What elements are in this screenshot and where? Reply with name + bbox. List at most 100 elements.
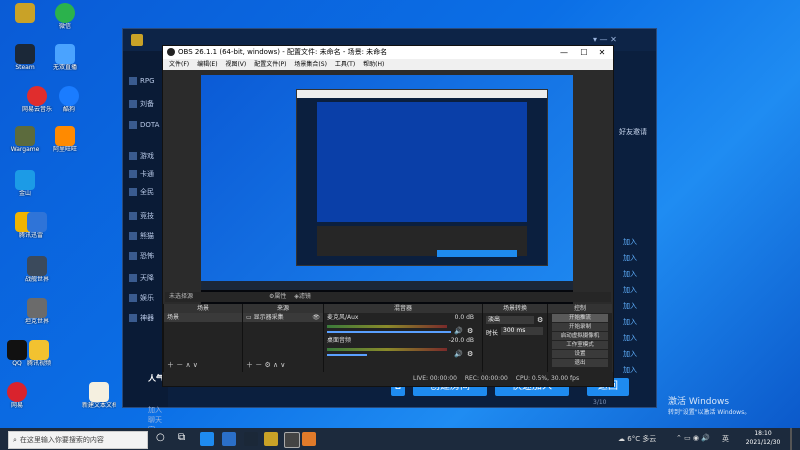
obs-logo-icon xyxy=(167,48,175,56)
task-view-icon[interactable]: ⧉ xyxy=(178,432,192,446)
room-join-link[interactable]: 加入 xyxy=(623,253,653,262)
studio-mode-button[interactable]: 工作室模式 xyxy=(552,341,608,349)
obs-preview-canvas[interactable] xyxy=(201,75,573,315)
app-icon[interactable] xyxy=(222,432,236,446)
desktop-icon[interactable]: 坦克世界 xyxy=(20,298,54,325)
app-icon xyxy=(15,126,35,146)
mic-aux-label: 麦克风/Aux xyxy=(327,314,359,321)
menu-scene-collection[interactable]: 场景集合(S) xyxy=(294,61,327,68)
room-join-link[interactable]: 加入 xyxy=(623,269,653,278)
preview-nested-window xyxy=(296,89,548,266)
desktop-icon[interactable] xyxy=(8,3,42,23)
menu-edit[interactable]: 编辑(E) xyxy=(197,61,217,68)
settings-button[interactable]: 设置 xyxy=(552,350,608,358)
start-streaming-button[interactable]: 开始推流 xyxy=(552,314,608,322)
transition-gear-icon[interactable]: ⚙ xyxy=(537,316,543,324)
invite-friends-label[interactable]: 好友邀请 xyxy=(619,127,647,137)
start-recording-button[interactable]: 开始录制 xyxy=(552,323,608,331)
clock[interactable]: 18:10 2021/12/30 xyxy=(738,429,788,447)
room-join-link[interactable]: 加入 xyxy=(623,237,653,246)
clock-date: 2021/12/30 xyxy=(745,439,781,446)
scene-toolbar[interactable]: ＋ － ∧ ∨ xyxy=(167,360,198,370)
desktop-icon[interactable]: 迅雷 xyxy=(20,212,54,239)
start-virtual-camera-button[interactable]: 启动虚拟摄像机 xyxy=(552,332,608,340)
show-desktop-button[interactable] xyxy=(790,428,792,450)
taskbar-search-box[interactable]: ⌕ 在这里输入你要搜索的内容 xyxy=(8,431,148,449)
steam-icon[interactable] xyxy=(244,432,258,446)
mic-aux-db: 0.0 dB xyxy=(454,314,474,321)
app-icon[interactable] xyxy=(302,432,316,446)
desktop-icon[interactable]: 阿里旺旺 xyxy=(48,126,82,153)
desktop-icon[interactable]: 酷狗 xyxy=(52,86,86,113)
desktop-icon[interactable]: 金山 xyxy=(8,170,42,197)
tray-icons[interactable]: ⌃ ▭ ◉ 🔊 xyxy=(676,434,710,442)
properties-button[interactable]: 属性 xyxy=(274,293,286,300)
exit-button[interactable]: 退出 xyxy=(552,359,608,367)
app-icon[interactable] xyxy=(264,432,278,446)
filters-button[interactable]: 滤镜 xyxy=(299,293,311,300)
desktop-icon[interactable]: 战舰世界 xyxy=(20,256,54,283)
live-status: LIVE: 00:00:00 xyxy=(413,375,457,382)
transitions-header: 场景转换 xyxy=(483,304,547,313)
xunlei-icon xyxy=(27,212,47,232)
obs-window: OBS 26.1.1 (64-bit, windows) - 配置文件: 未命名… xyxy=(162,45,614,387)
app-icon xyxy=(55,44,75,64)
obs-statusbar: LIVE: 00:00:00 REC: 00:00:00 CPU: 0.5%, … xyxy=(163,372,613,386)
mic-speaker-icon[interactable]: 🔊 xyxy=(454,327,463,335)
mic-settings-gear-icon[interactable]: ⚙ xyxy=(467,327,473,335)
scene-item[interactable]: 场景 xyxy=(164,313,242,322)
desktop-icon[interactable]: 腾讯视频 xyxy=(22,340,56,367)
app-icon xyxy=(29,340,49,360)
desktop-settings-gear-icon[interactable]: ⚙ xyxy=(467,350,473,358)
desktop-icon[interactable]: Steam xyxy=(8,44,42,71)
room-join-link[interactable]: 加入 xyxy=(623,333,653,342)
activate-subtitle: 转到"设置"以激活 Windows。 xyxy=(668,409,751,416)
source-toolbar[interactable]: ＋ － ⚙ ∧ ∨ xyxy=(246,360,285,370)
menu-tools[interactable]: 工具(T) xyxy=(335,61,355,68)
room-join-link[interactable]: 加入 xyxy=(623,301,653,310)
edge-icon[interactable] xyxy=(200,432,214,446)
desktop-icon[interactable]: Wargame xyxy=(8,126,42,153)
visibility-eye-icon[interactable]: 👁 xyxy=(312,313,320,322)
rec-status: REC: 00:00:00 xyxy=(464,375,508,382)
wechat-icon xyxy=(55,3,75,23)
transition-type-select[interactable]: 淡出 xyxy=(486,316,534,324)
maximize-button[interactable]: ☐ xyxy=(575,46,593,59)
room-join-link[interactable]: 加入 xyxy=(623,285,653,294)
app-icon xyxy=(15,170,35,190)
desktop-icon[interactable]: 网易 xyxy=(0,382,34,409)
desktop-speaker-icon[interactable]: 🔊 xyxy=(454,350,463,358)
room-join-link[interactable]: 加入 xyxy=(623,365,653,374)
menu-file[interactable]: 文件(F) xyxy=(169,61,189,68)
minimize-button[interactable]: — xyxy=(555,46,573,59)
close-button[interactable]: ✕ xyxy=(593,46,611,59)
desktop-icon[interactable]: 新建文本文档 xyxy=(82,382,116,409)
mic-aux-volume-slider[interactable] xyxy=(327,331,451,333)
desktop-icon[interactable]: 无双直播 xyxy=(48,44,82,71)
weather-widget[interactable]: ☁ 6°C 多云 xyxy=(618,434,656,444)
cpu-status: CPU: 0.5%, 30.00 fps xyxy=(515,375,580,382)
cloud-icon: ☁ xyxy=(618,435,628,443)
circle-icon[interactable]: ○ xyxy=(156,432,170,446)
source-item[interactable]: ▭ 显示器采集 👁 xyxy=(243,313,323,322)
source-display-capture-icon: ▭ xyxy=(246,314,254,321)
netease-music-icon xyxy=(27,86,47,106)
desktop-audio-volume-slider[interactable] xyxy=(327,354,367,356)
desktop-icon[interactable]: 微信 xyxy=(48,3,82,30)
menu-help[interactable]: 帮助(H) xyxy=(363,61,384,68)
menu-view[interactable]: 视图(V) xyxy=(225,61,246,68)
scenes-dock-header: 场景 xyxy=(164,304,242,313)
ime-indicator[interactable]: 英 xyxy=(722,434,729,444)
preview-nested-capture xyxy=(317,102,527,222)
obs-title-text: OBS 26.1.1 (64-bit, windows) - 配置文件: 未命名… xyxy=(178,48,388,56)
controls-dock: 控制 开始推流 开始录制 启动虚拟摄像机 工作室模式 设置 退出 xyxy=(547,304,612,372)
room-join-link[interactable]: 加入 xyxy=(623,317,653,326)
duration-input[interactable]: 300 ms xyxy=(501,327,543,335)
room-join-link[interactable]: 加入 xyxy=(623,349,653,358)
desktop-icon[interactable]: 网易云音乐 xyxy=(20,86,54,113)
app-icon xyxy=(7,382,27,402)
obs-taskbar-icon[interactable] xyxy=(284,432,300,448)
launcher-window-controls[interactable]: ▾ — ✕ xyxy=(593,35,617,44)
activate-title: 激活 Windows xyxy=(668,397,730,407)
menu-profile[interactable]: 配置文件(P) xyxy=(254,61,286,68)
